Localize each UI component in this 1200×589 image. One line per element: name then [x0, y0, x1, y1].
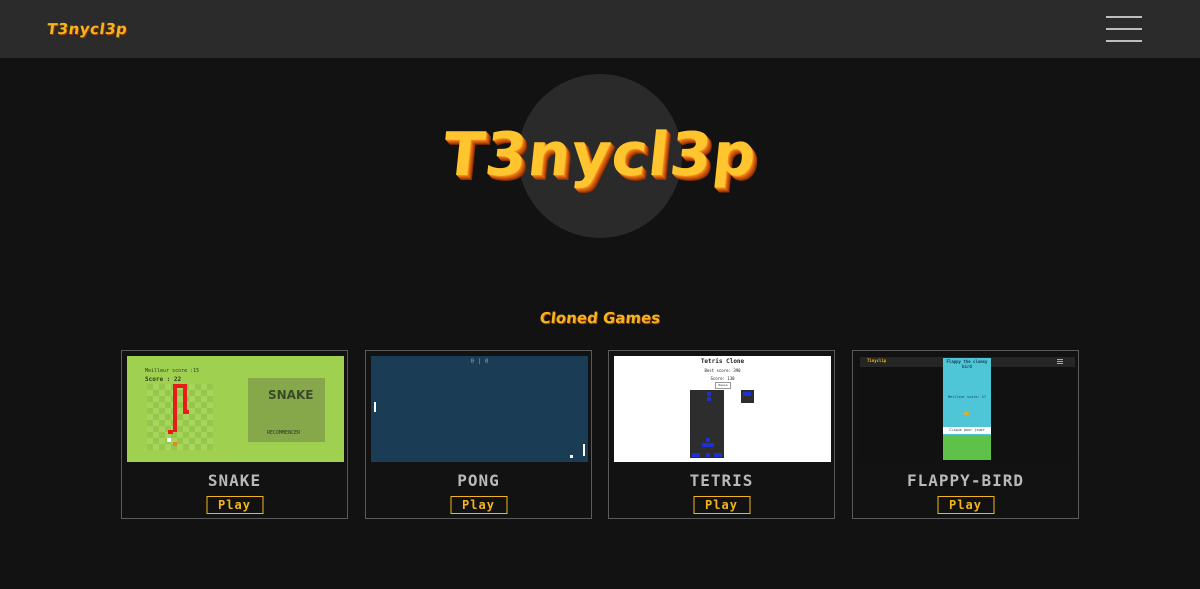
flappy-hint: Clique pour jouer: [949, 428, 985, 432]
game-card-pong: 0 | 0 PONG Play: [365, 350, 592, 519]
pong-left-paddle: [374, 402, 376, 412]
flappy-menu-icon: [1057, 359, 1063, 360]
pong-score: 0 | 0: [470, 358, 489, 365]
tetris-thumbnail[interactable]: Tetris Clone Best score: 390 Score: 130 …: [614, 356, 831, 462]
snake-best-score: Meilleur score :15: [145, 368, 200, 374]
game-name-flappy-bird: FLAPPY-BIRD: [907, 471, 1024, 490]
play-button-tetris[interactable]: Play: [693, 496, 750, 514]
snake-logo: SNAKE: [268, 388, 314, 402]
flappy-bird-thumbnail[interactable]: Tinyclip Flappy the clumsy bird Meilleur…: [858, 356, 1075, 462]
section-title: Cloned Games: [538, 309, 662, 327]
tetris-best-score: Best score: 390: [704, 368, 741, 373]
flappy-ground: [943, 435, 991, 460]
flappy-title: Flappy the clumsy bird: [946, 359, 988, 369]
game-name-tetris: TETRIS: [689, 471, 754, 490]
pong-right-paddle: [583, 444, 585, 456]
play-button-snake[interactable]: Play: [206, 496, 263, 514]
tetris-pause-button: Pause: [715, 382, 731, 389]
snake-restart-button: RECOMMENCER: [267, 430, 301, 436]
hamburger-menu-icon[interactable]: [1106, 16, 1142, 42]
play-button-pong[interactable]: Play: [450, 496, 507, 514]
flappy-best-score: Meilleur score: 27: [948, 395, 986, 399]
pong-ball: [570, 455, 573, 458]
game-card-flappy-bird: Tinyclip Flappy the clumsy bird Meilleur…: [852, 350, 1079, 519]
play-button-flappy-bird[interactable]: Play: [937, 496, 994, 514]
game-card-tetris: Tetris Clone Best score: 390 Score: 130 …: [608, 350, 835, 519]
game-name-pong: PONG: [457, 471, 500, 490]
tetris-score: Score: 130: [710, 376, 735, 381]
game-name-snake: SNAKE: [207, 471, 262, 490]
snake-score: Score : 22: [145, 376, 182, 383]
brand-logo[interactable]: T3nycl3p: [46, 20, 129, 38]
tetris-title: Tetris Clone: [700, 358, 745, 365]
pong-thumbnail[interactable]: 0 | 0: [371, 356, 588, 462]
game-card-snake: Meilleur score :15 Score : 22 SNAKE RECO…: [121, 350, 348, 519]
top-navbar: T3nycl3p: [0, 0, 1200, 58]
flappy-bird-sprite: [964, 412, 969, 415]
snake-thumbnail[interactable]: Meilleur score :15 Score : 22 SNAKE RECO…: [127, 356, 344, 462]
flappy-brand: Tinyclip: [867, 358, 887, 363]
hero-title: T3nycl3p: [439, 120, 761, 190]
